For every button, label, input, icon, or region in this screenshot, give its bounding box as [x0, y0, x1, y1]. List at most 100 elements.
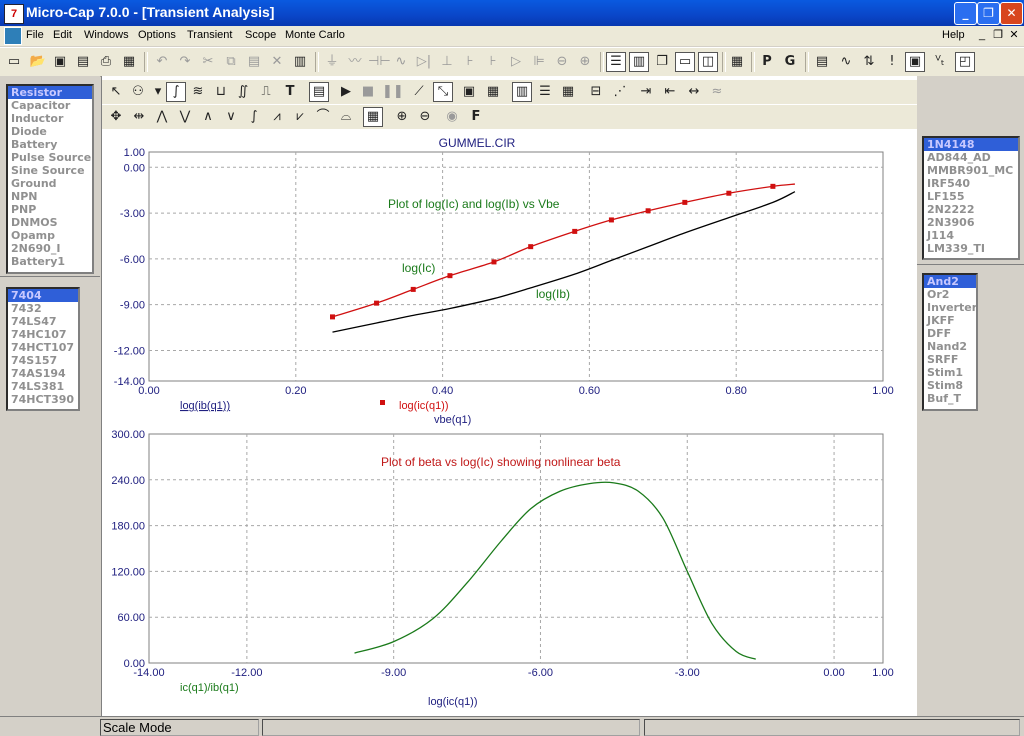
ground-icon[interactable]: ⏚ [322, 52, 342, 72]
stepping-icon[interactable]: ⇅ [859, 52, 879, 72]
mosfet-icon[interactable]: ⊫ [529, 52, 549, 72]
digital-list-item[interactable]: 74LS47 [8, 315, 78, 328]
cursor-next-icon[interactable]: ⇹ [129, 107, 149, 127]
gates-list-item[interactable]: Or2 [924, 288, 976, 301]
run-icon[interactable]: ▶ [336, 82, 356, 102]
menu-edit[interactable]: Edit [53, 29, 72, 41]
calculator-icon[interactable]: ▦ [727, 52, 747, 72]
dotted-grid-icon[interactable]: ▦ [558, 82, 578, 102]
opamp-icon[interactable]: ▷ [506, 52, 526, 72]
transient-plot[interactable]: GUMMEL.CIR 1.00 0.00 -3.00 -6.00 -9.00 -12.00… [102, 128, 917, 716]
global-high-icon[interactable]: ⩘ [267, 107, 287, 127]
doc-restore-button[interactable]: ❐ [991, 28, 1005, 42]
tracker-icon[interactable]: ⋰ [610, 82, 630, 102]
digital-list-item[interactable]: 74S157 [8, 354, 78, 367]
gates-list-item[interactable]: Buf_T [924, 392, 976, 405]
select-mode-icon[interactable]: ↖ [106, 82, 126, 102]
parts-list-item[interactable]: 2N3906 [924, 216, 1018, 229]
info-mode-icon[interactable]: ▤ [309, 82, 329, 102]
zoom-out-icon[interactable]: ⊖ [415, 107, 435, 127]
parts-list-item[interactable]: IRF540 [924, 177, 1018, 190]
gates-list[interactable]: And2 Or2 Inverter JKFF DFF Nand2 SRFF Stim1 Stim… [922, 273, 978, 411]
pnp-icon[interactable]: ⊦ [483, 52, 503, 72]
gates-list-item[interactable]: Stim8 [924, 379, 976, 392]
parts-list-item[interactable]: LF155 [924, 190, 1018, 203]
global-low-icon[interactable]: ⩗ [290, 107, 310, 127]
select-all-icon[interactable]: ▥ [290, 52, 310, 72]
menu-file[interactable]: File [26, 29, 44, 41]
print-icon[interactable]: ⎙ [96, 52, 116, 72]
minor-grid-icon[interactable]: ▥ [512, 82, 532, 102]
digital-list-item[interactable]: 74HCT390 [8, 393, 78, 406]
text-mode-icon[interactable]: T [280, 82, 300, 102]
cursor-valley-icon[interactable]: ⇤ [660, 82, 680, 102]
component-list-item[interactable]: Battery [8, 138, 92, 151]
parts-list-item[interactable]: 1N4148 [924, 138, 1018, 151]
analog-component-list[interactable]: Resistor Capacitor Inductor Diode Battery Pul… [6, 84, 94, 274]
menu-scope[interactable]: Scope [245, 29, 276, 41]
diode-icon[interactable]: ▷| [414, 52, 434, 72]
parts-list-item[interactable]: 2N2222 [924, 203, 1018, 216]
print-preview-icon[interactable]: ▦ [119, 52, 139, 72]
box-mode-icon[interactable]: ⊔ [211, 82, 231, 102]
copy-icon[interactable]: ⧉ [221, 52, 241, 72]
dropdown-icon[interactable]: ▾ [148, 82, 168, 102]
digital-list-item[interactable]: 7432 [8, 302, 78, 315]
window-icon[interactable]: ▭ [675, 52, 695, 72]
cascade-icon[interactable]: ❐ [652, 52, 672, 72]
cursor-level-icon[interactable]: ↔ [684, 82, 704, 102]
component-list-item[interactable]: Resistor [8, 86, 92, 99]
parts-list-item[interactable]: J114 [924, 229, 1018, 242]
scale-mode-icon[interactable]: ⤡ [433, 82, 453, 102]
properties-icon[interactable]: ▣ [905, 52, 925, 72]
gates-list-item[interactable]: Stim1 [924, 366, 976, 379]
high-icon[interactable]: ∧ [198, 107, 218, 127]
color-icon[interactable]: ◉ [442, 107, 462, 127]
parts-list[interactable]: 1N4148 AD844_AD MMBR901_MC IRF540 LF155 2N222… [922, 136, 1020, 260]
component-list-item[interactable]: 2N690_I [8, 242, 92, 255]
cursor-peak-icon[interactable]: ⇥ [636, 82, 656, 102]
undo-icon[interactable]: ↶ [152, 52, 172, 72]
battery-icon[interactable]: ⊥ [437, 52, 457, 72]
document-icon[interactable] [4, 27, 22, 45]
grid-icon[interactable]: ▦ [483, 82, 503, 102]
graph-box-icon[interactable]: ▣ [459, 82, 479, 102]
app-icon[interactable]: 7 [4, 4, 24, 24]
gates-list-item[interactable]: DFF [924, 327, 976, 340]
vt-icon[interactable]: ⱽₜ [930, 52, 950, 72]
save-all-icon[interactable]: ▤ [73, 52, 93, 72]
font-icon[interactable]: F [466, 107, 486, 127]
tile-horizontal-icon[interactable]: ☰ [606, 52, 626, 72]
npn-icon[interactable]: ⊦ [460, 52, 480, 72]
digital-list-item[interactable]: 74AS194 [8, 367, 78, 380]
delete-icon[interactable]: ✕ [267, 52, 287, 72]
doc-minimize-button[interactable]: _ [975, 28, 989, 42]
redo-icon[interactable]: ↷ [175, 52, 195, 72]
capacitor-icon[interactable]: ⊣⊢ [368, 52, 391, 72]
digital-list-item[interactable]: 7404 [8, 289, 78, 302]
digital-list-item[interactable]: 74HC107 [8, 328, 78, 341]
component-mode-icon[interactable]: ⚇ [128, 82, 148, 102]
inflection-icon[interactable]: ∫ [244, 107, 264, 127]
bottom-icon[interactable]: ⌓ [336, 107, 356, 127]
horizontal-grid-icon[interactable]: ☰ [535, 82, 555, 102]
numeric-output-icon[interactable]: ▤ [812, 52, 832, 72]
parts-list-item[interactable]: AD844_AD [924, 151, 1018, 164]
parameter-icon[interactable]: ! [882, 52, 902, 72]
pin-mode-icon[interactable]: ⎍ [256, 82, 276, 102]
sine-source-icon[interactable]: ⊖ [552, 52, 572, 72]
gates-list-item[interactable]: SRFF [924, 353, 976, 366]
plot-split-icon[interactable]: ⊟ [586, 82, 606, 102]
digital-list-item[interactable]: 74LS381 [8, 380, 78, 393]
graph-icon[interactable]: G [780, 52, 800, 72]
digital-list-item[interactable]: 74HCT107 [8, 341, 78, 354]
line-tool-icon[interactable]: ⟋ [409, 82, 429, 102]
save-icon[interactable]: ▣ [50, 52, 70, 72]
stop-icon[interactable]: ■ [358, 82, 378, 102]
digital-component-list[interactable]: 7404 7432 74LS47 74HC107 74HCT107 74S157 74AS1… [6, 287, 80, 411]
cut-icon[interactable]: ✂ [198, 52, 218, 72]
open-icon[interactable]: 📂 [28, 52, 48, 72]
component-list-item[interactable]: DNMOS [8, 216, 92, 229]
maximize-button[interactable]: ❐ [977, 2, 1000, 25]
gates-list-item[interactable]: Nand2 [924, 340, 976, 353]
